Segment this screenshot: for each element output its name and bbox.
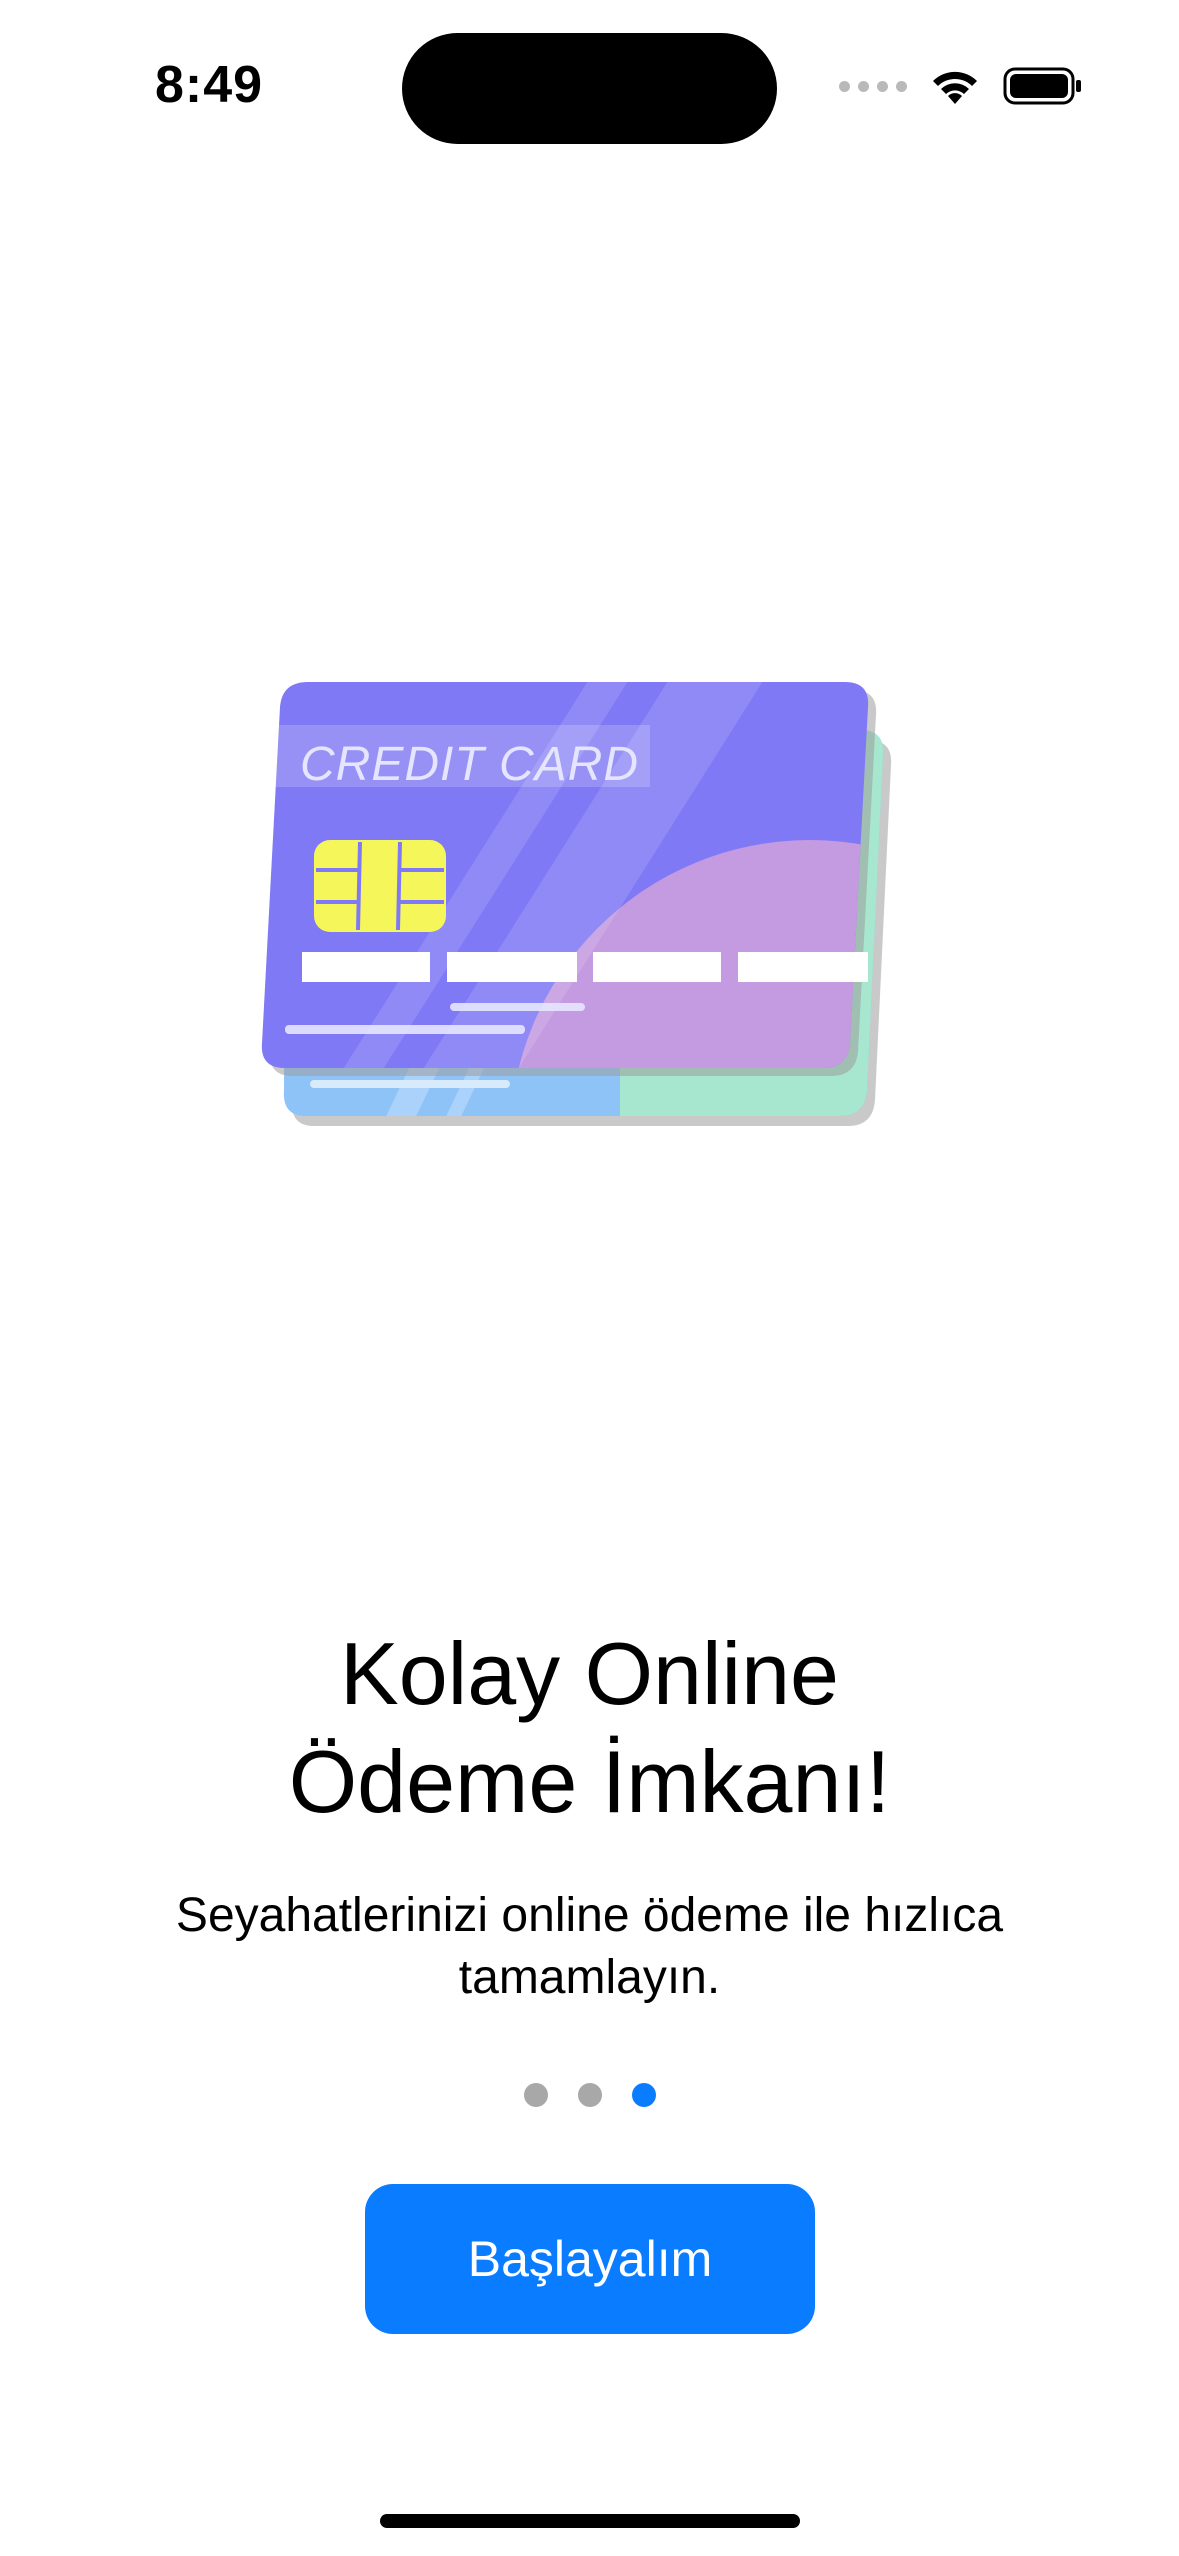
page-dot-1[interactable] [523, 2083, 548, 2107]
home-indicator[interactable] [380, 2514, 800, 2528]
page-dot-2[interactable] [577, 2083, 602, 2107]
battery-icon [1003, 67, 1081, 105]
page-dot-3-active[interactable] [631, 2083, 656, 2107]
onboarding-subtitle: Seyahatlerinizi online ödeme ile hızlıca… [175, 1889, 1004, 2004]
dynamic-island [402, 33, 777, 144]
status-bar: 8:49 [0, 0, 1179, 170]
page-indicator[interactable] [0, 2083, 1179, 2107]
chip-icon [314, 840, 446, 932]
credit-card-illustration: CREDIT CARD [261, 682, 892, 1126]
status-time: 8:49 [155, 56, 264, 114]
card-label: CREDIT CARD [300, 738, 639, 791]
cellular-signal-icon [839, 80, 907, 92]
onboarding-title: Kolay Online Ödeme İmkanı! [288, 1624, 891, 1831]
start-button[interactable]: Başlayalım [365, 2184, 815, 2334]
status-indicators [839, 66, 1083, 106]
wifi-icon [933, 71, 977, 104]
